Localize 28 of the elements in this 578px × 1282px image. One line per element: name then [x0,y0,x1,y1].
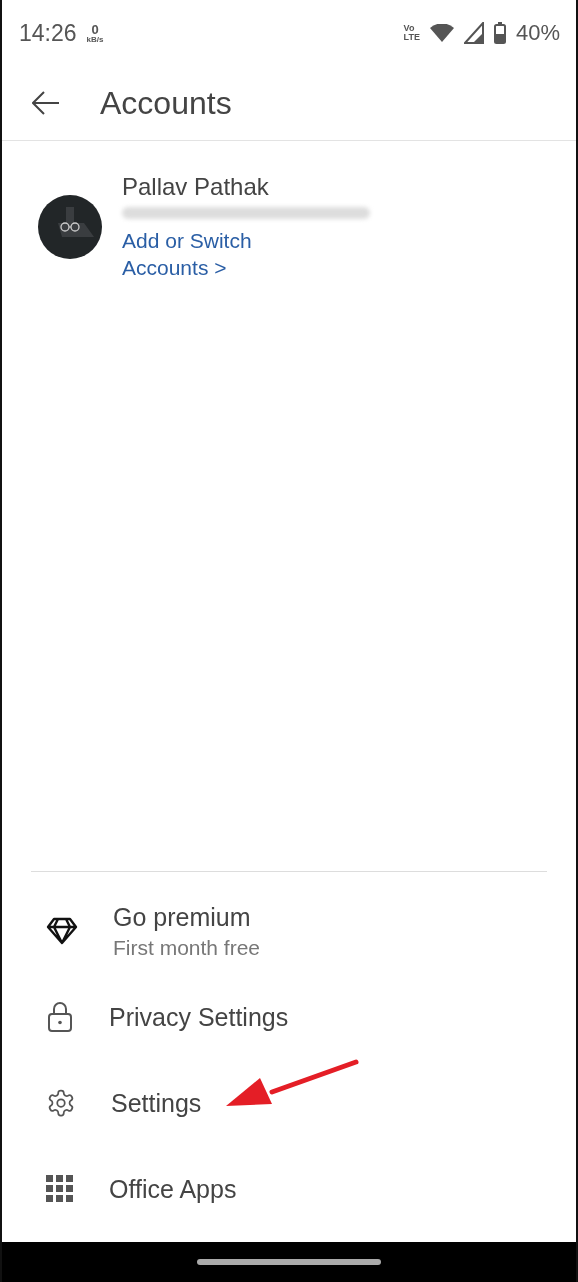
menu-sublabel: First month free [113,935,261,960]
battery-icon [493,22,506,44]
menu-label: Privacy Settings [109,1002,289,1032]
menu-label: Office Apps [109,1174,237,1204]
settings-icon [46,1088,76,1118]
menu-item[interactable]: Go premium First month free [2,888,576,974]
volte-label: Vo [403,24,416,33]
menu-label: Go premium [113,902,252,932]
avatar [38,195,102,259]
lock-icon [46,1001,74,1033]
back-arrow-icon[interactable] [32,91,60,115]
home-handle[interactable] [197,1259,381,1265]
clock: 14:26 [19,19,77,47]
menu-item[interactable]: Office Apps [2,1146,576,1232]
diamond-icon [46,917,78,945]
account-name: Pallav Pathak [122,173,270,201]
page-title: Accounts [100,84,232,122]
menu-item[interactable]: Privacy Settings [2,974,576,1060]
menu-label: Settings [111,1088,202,1118]
speed-value: 0 [91,22,99,36]
lte-label: LTE [403,33,420,42]
signal-icon [463,22,484,44]
grid-icon [46,1175,74,1203]
battery-percent: 40% [515,20,560,46]
menu-item[interactable]: Settings [2,1060,576,1146]
wifi-icon [429,24,454,42]
speed-unit: kB/s [86,35,104,44]
add-switch-accounts-link[interactable]: Add or Switch Accounts > [122,227,370,281]
